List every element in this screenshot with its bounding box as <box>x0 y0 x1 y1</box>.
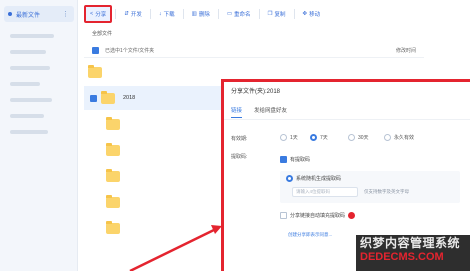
download-button[interactable]: ↓ 下载 <box>154 6 180 22</box>
watermark-title: 织梦内容管理系统 <box>360 236 461 250</box>
dialog-tabs: 链接 发给网盘好友 <box>231 106 287 118</box>
code-checkbox[interactable]: 有提取码 <box>280 156 310 163</box>
validity-option-30d[interactable]: 30天 <box>348 134 369 141</box>
terms-link[interactable]: 创建分享即表示同意... <box>288 232 332 238</box>
validity-label: 有效期: <box>231 136 248 142</box>
sidebar-item-placeholder[interactable] <box>10 82 40 86</box>
tab-send-to-friend[interactable]: 发给网盘好友 <box>254 106 287 118</box>
watermark-domain: DEDECMS.COM <box>360 251 444 263</box>
sidebar-item-placeholder[interactable] <box>10 114 44 118</box>
folder-icon <box>106 116 120 130</box>
auto-code-option[interactable]: 系统随机生成提取码 <box>286 175 341 182</box>
rename-icon: ▭ <box>226 11 233 17</box>
move-button[interactable]: ✥ 移动 <box>298 6 326 22</box>
list-item[interactable]: 2018 <box>84 86 226 110</box>
dialog-title: 分享文件(夹):2018 <box>231 89 281 95</box>
radio-selected-icon <box>286 175 293 182</box>
row-checkbox[interactable] <box>90 94 97 102</box>
share-button[interactable]: < 分享 <box>84 5 113 23</box>
divider <box>149 9 151 19</box>
sidebar-item-placeholder[interactable] <box>10 130 48 134</box>
list-item[interactable] <box>84 60 226 84</box>
download-icon: ↓ <box>158 11 162 17</box>
select-all-checkbox[interactable] <box>92 47 99 54</box>
radio-icon <box>384 134 391 141</box>
divider <box>182 9 184 19</box>
list-item[interactable] <box>84 138 226 162</box>
folder-icon <box>106 168 120 182</box>
help-icon[interactable] <box>348 212 356 219</box>
code-label: 提取码: <box>231 154 248 160</box>
sidebar-item-placeholder[interactable] <box>10 98 52 102</box>
sidebar: 最新文件 ⋮ <box>0 0 78 271</box>
sidebar-item-label: 最新文件 <box>16 12 41 19</box>
divider <box>224 119 470 120</box>
folder-icon <box>106 142 120 156</box>
list-item[interactable] <box>84 190 226 214</box>
sidebar-item-placeholder[interactable] <box>10 34 54 38</box>
folder-icon <box>106 220 120 234</box>
checkbox-checked-icon <box>280 156 287 163</box>
radio-icon <box>280 134 287 141</box>
list-item[interactable] <box>84 112 226 136</box>
rename-button[interactable]: ▭ 重命名 <box>222 6 256 22</box>
selection-count: 已选中1个文件/文件夹 <box>105 48 155 54</box>
breadcrumb[interactable]: 全部文件 <box>92 30 112 37</box>
delete-button[interactable]: ▥ 删除 <box>187 6 215 22</box>
folder-icon <box>88 64 102 78</box>
folder-icon <box>101 90 115 104</box>
custom-code-input[interactable]: 请输入4位提取码 <box>292 187 358 197</box>
folder-icon <box>106 194 120 208</box>
modified-column-header[interactable]: 修改时间 <box>396 47 416 54</box>
share-icon: < <box>90 11 94 17</box>
code-options-panel: 系统随机生成提取码 请输入4位提取码 仅支持数字及英文字母 <box>280 171 460 203</box>
checkbox-icon <box>280 212 287 219</box>
list-item[interactable] <box>84 216 226 240</box>
auto-fill-checkbox[interactable]: 分享链接自动填充提取码 <box>280 212 356 219</box>
radio-selected-icon <box>310 134 317 141</box>
list-item[interactable] <box>84 164 226 188</box>
list-header: 已选中1个文件/文件夹 修改时间 <box>84 44 424 58</box>
tab-link[interactable]: 链接 <box>231 106 243 118</box>
custom-code-hint: 仅支持数字及英文字母 <box>364 189 409 194</box>
validity-option-7d[interactable]: 7天 <box>310 134 328 141</box>
radio-icon <box>348 134 355 141</box>
copy-button[interactable]: ❐ 复制 <box>263 6 291 22</box>
divider <box>217 9 219 19</box>
divider <box>115 9 117 19</box>
recent-icon <box>8 12 12 16</box>
open-button[interactable]: ⇵ 开发 <box>119 6 147 22</box>
open-icon: ⇵ <box>124 11 129 17</box>
sidebar-item-placeholder[interactable] <box>10 66 50 70</box>
divider <box>293 9 295 19</box>
move-icon: ✥ <box>302 11 308 17</box>
copy-icon: ❐ <box>267 11 273 17</box>
trash-icon: ▥ <box>191 11 197 17</box>
sidebar-item-placeholder[interactable] <box>10 50 46 54</box>
toolbar: < 分享 ⇵ 开发 ↓ 下载 ▥ 删除 ▭ 重命名 ❐ 复制 ✥ 移动 <box>84 4 325 24</box>
more-icon[interactable]: ⋮ <box>62 10 69 18</box>
validity-option-forever[interactable]: 永久有效 <box>384 134 414 141</box>
sidebar-item-recent[interactable]: 最新文件 ⋮ <box>4 6 74 22</box>
divider <box>258 9 260 19</box>
validity-option-1d[interactable]: 1天 <box>280 134 298 141</box>
file-name[interactable]: 2018 <box>123 95 135 101</box>
